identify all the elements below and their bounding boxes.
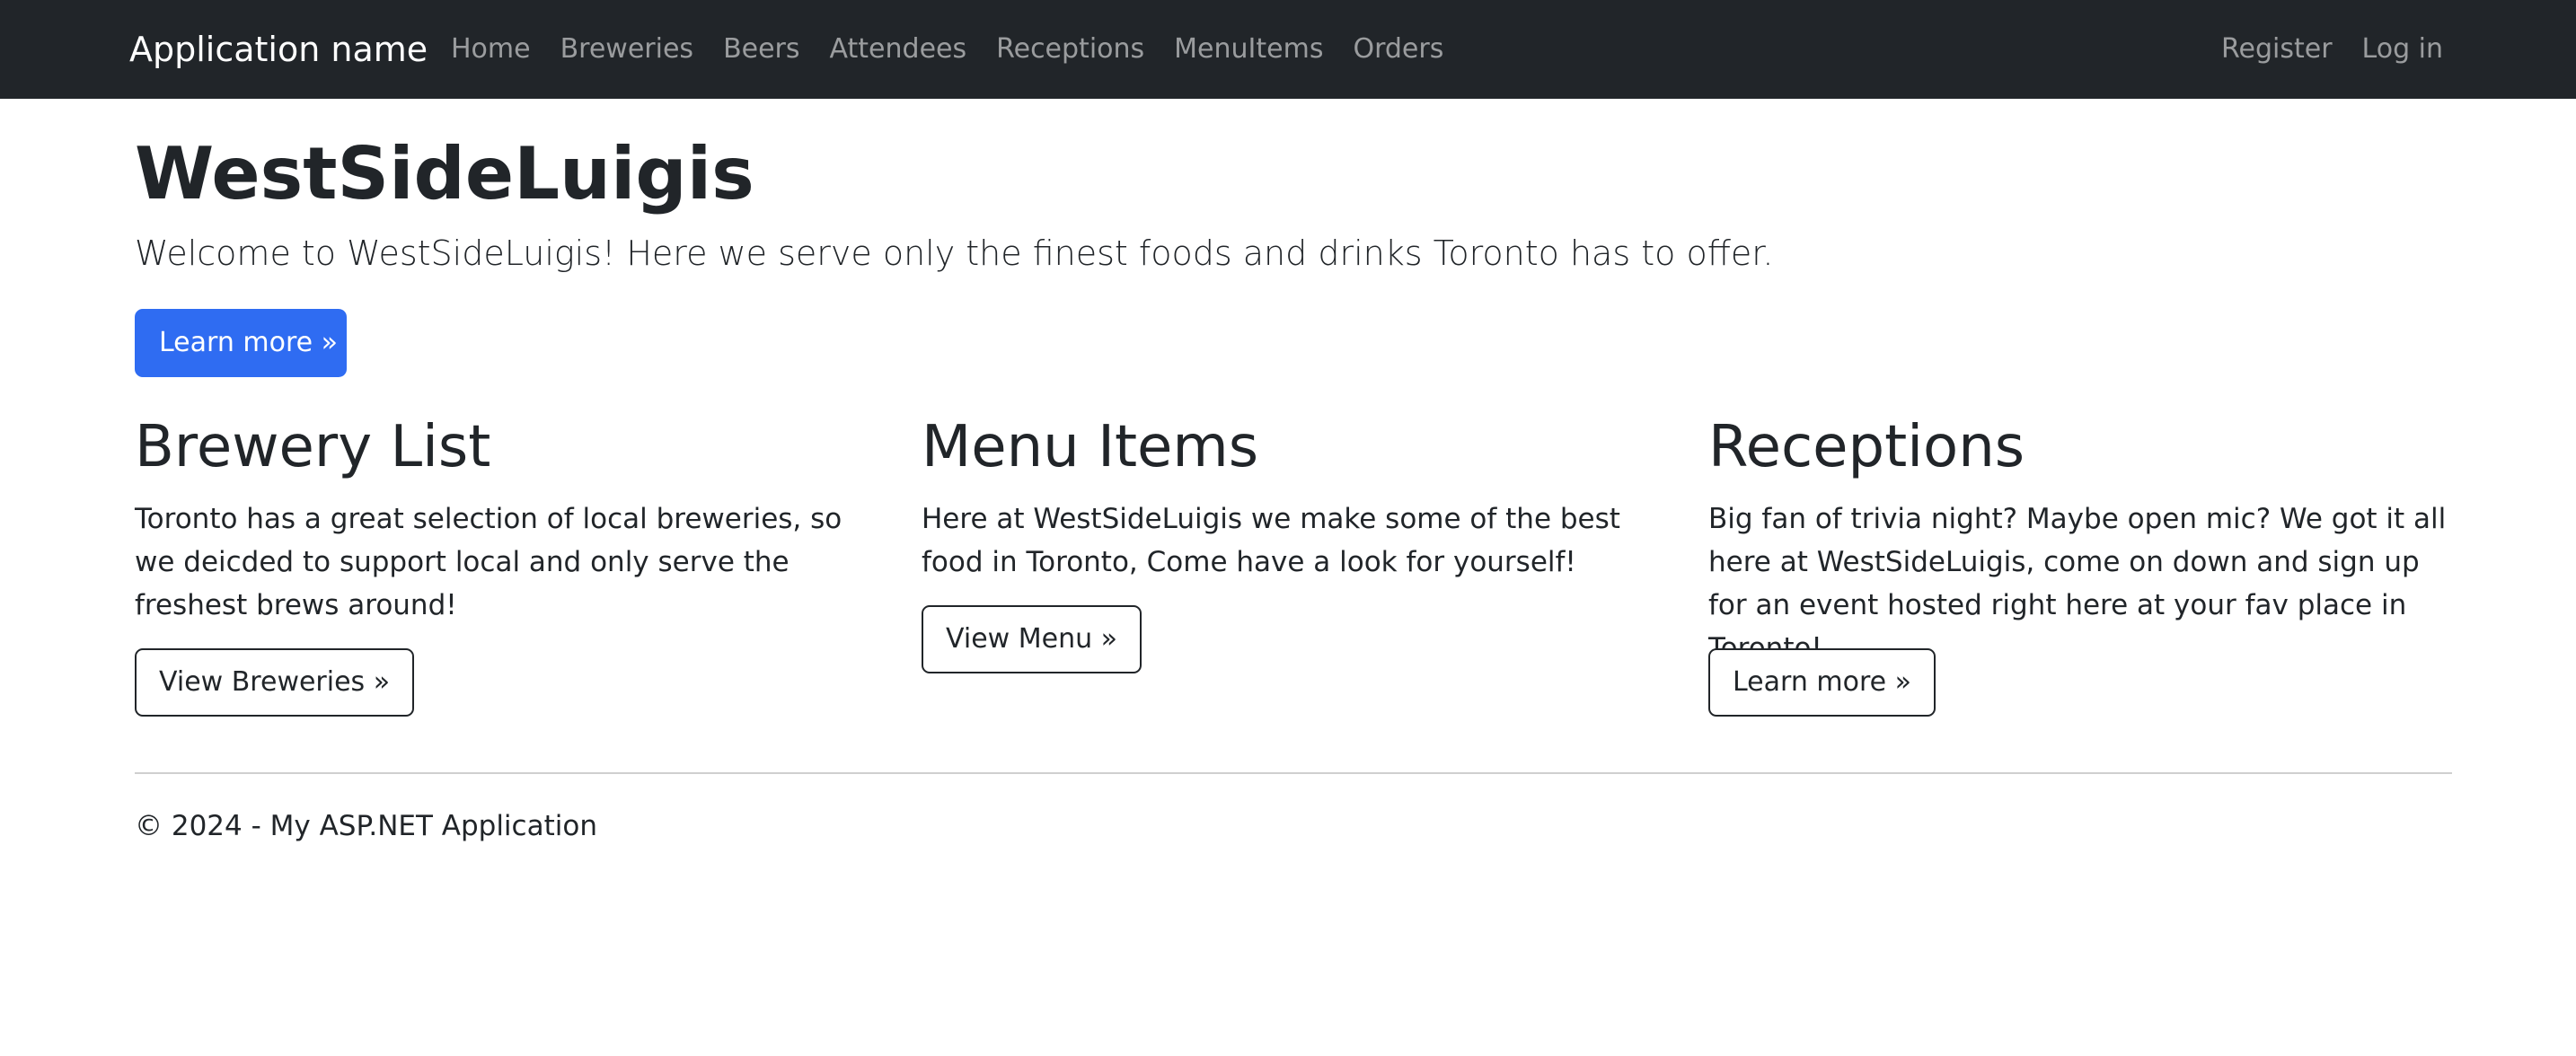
nav-link-attendees[interactable]: Attendees: [830, 33, 997, 65]
view-breweries-button[interactable]: View Breweries »: [135, 648, 415, 717]
view-menu-button[interactable]: View Menu »: [922, 605, 1142, 673]
nav-account-links: Register Log in: [2192, 31, 2443, 68]
menu-section: Menu Items Here at WestSideLuigis we mak…: [922, 409, 1676, 584]
hero-lead: Welcome to WestSideLuigis! Here we serve…: [135, 233, 1774, 273]
brewery-heading: Brewery List: [135, 414, 491, 480]
brewery-text: Toronto has a great selection of local b…: [135, 503, 842, 621]
brewery-section: Brewery List Toronto has a great selecti…: [135, 409, 889, 627]
footer: © 2024 - My ASP.NET Application: [135, 806, 597, 846]
menu-text: Here at WestSideLuigis we make some of t…: [922, 503, 1620, 578]
receptions-learn-more-button[interactable]: Learn more »: [1708, 648, 1936, 717]
footer-divider: [135, 772, 2452, 774]
nav-link-home[interactable]: Home: [451, 33, 560, 65]
nav-link-beers[interactable]: Beers: [723, 33, 829, 65]
nav-link-receptions[interactable]: Receptions: [996, 33, 1174, 65]
hero-learn-more-button[interactable]: Learn more »: [135, 309, 347, 377]
page-title: WestSideLuigis: [135, 132, 754, 216]
nav-link-login[interactable]: Log in: [2333, 33, 2443, 65]
receptions-text: Big fan of trivia night? Maybe open mic?…: [1708, 503, 2447, 664]
nav-main-links: Home Breweries Beers Attendees Reception…: [451, 31, 1473, 68]
navbar: Application name Home Breweries Beers At…: [0, 0, 2576, 99]
menu-heading: Menu Items: [922, 414, 1259, 480]
receptions-heading: Receptions: [1708, 414, 2025, 480]
nav-link-menuitems[interactable]: MenuItems: [1174, 33, 1353, 65]
nav-link-breweries[interactable]: Breweries: [560, 33, 723, 65]
nav-link-orders[interactable]: Orders: [1353, 33, 1473, 65]
receptions-section: Receptions Big fan of trivia night? Mayb…: [1708, 409, 2463, 670]
nav-link-register[interactable]: Register: [2192, 33, 2333, 65]
brand-link[interactable]: Application name: [129, 28, 428, 71]
footer-text: © 2024 - My ASP.NET Application: [135, 810, 597, 842]
